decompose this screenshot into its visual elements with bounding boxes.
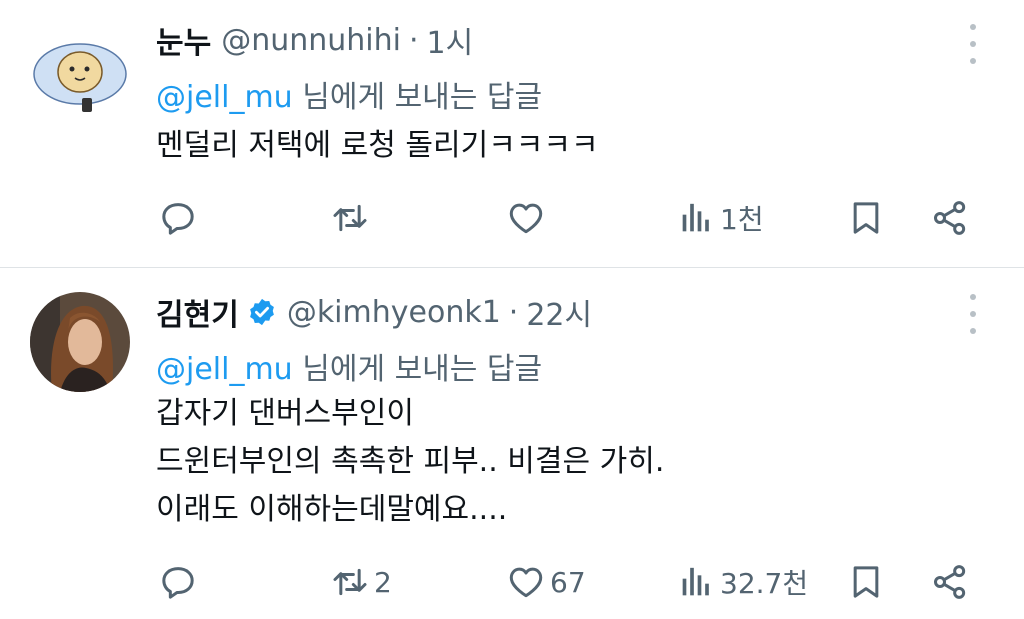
like-icon	[509, 567, 543, 598]
like-button[interactable]	[506, 196, 550, 240]
retweet-icon	[333, 568, 367, 596]
bookmark-icon	[853, 202, 879, 234]
share-button[interactable]	[930, 196, 970, 240]
views-icon	[682, 567, 709, 596]
separator: ·	[408, 22, 419, 58]
bookmark-icon	[853, 566, 879, 598]
share-icon	[933, 201, 966, 235]
timestamp[interactable]: 22시	[526, 290, 592, 334]
separator: ·	[508, 294, 519, 330]
retweet-icon	[333, 204, 367, 232]
retweet-button[interactable]: 2	[330, 560, 392, 604]
reply-context: @jell_mu 님에게 보내는 답글	[156, 72, 542, 116]
reply-button[interactable]	[158, 560, 202, 604]
share-button[interactable]	[930, 560, 970, 604]
views-count: 32.7천	[720, 567, 809, 600]
avatar-cartoon-icon	[33, 43, 127, 112]
user-handle[interactable]: @nunnuhihi	[221, 23, 401, 58]
more-icon[interactable]	[960, 24, 986, 64]
avatar-photo-icon	[30, 292, 130, 392]
tweet-text: 멘덜리 저택에 로청 돌리기ㅋㅋㅋㅋ	[156, 128, 599, 163]
reply-context-label: 님에게 보내는 답글	[292, 80, 543, 115]
reply-context: @jell_mu 님에게 보내는 답글	[156, 344, 542, 388]
retweet-button[interactable]	[330, 196, 374, 240]
like-icon	[509, 203, 543, 234]
share-icon	[933, 565, 966, 599]
avatar[interactable]	[30, 292, 130, 392]
avatar[interactable]	[30, 22, 130, 122]
views-button[interactable]: 32.7천	[676, 560, 808, 604]
tweet-header: 김현기 @kimhyeonk1 · 22시	[156, 290, 592, 334]
views-count: 1천	[720, 203, 764, 236]
retweet-count: 2	[374, 565, 392, 599]
display-name[interactable]: 눈누	[156, 18, 211, 62]
views-button[interactable]: 1천	[676, 196, 764, 240]
more-icon[interactable]	[960, 294, 986, 334]
display-name[interactable]: 김현기	[156, 290, 239, 334]
mention-link[interactable]: @jell_mu	[156, 80, 293, 115]
reply-icon	[162, 203, 194, 235]
like-count: 67	[550, 565, 586, 599]
tweet-text: 갑자기 댄버스부인이 드윈터부인의 촉촉한 피부.. 비결은 가히. 이래도 이…	[156, 396, 665, 527]
reply-icon	[162, 567, 194, 599]
reply-button[interactable]	[158, 196, 202, 240]
user-handle[interactable]: @kimhyeonk1	[287, 295, 501, 330]
action-bar: 1천	[156, 196, 986, 240]
tweet[interactable]: 김현기 @kimhyeonk1 · 22시 @jell_mu 님에게 보내는 답…	[0, 268, 1024, 619]
like-button[interactable]: 67	[506, 560, 586, 604]
timestamp[interactable]: 1시	[427, 18, 474, 62]
reply-context-label: 님에게 보내는 답글	[292, 352, 543, 387]
views-icon	[682, 203, 709, 232]
bookmark-button[interactable]	[846, 196, 886, 240]
bookmark-button[interactable]	[846, 560, 886, 604]
mention-link[interactable]: @jell_mu	[156, 352, 293, 387]
tweet[interactable]: 눈누 @nunnuhihi · 1시 @jell_mu 님에게 보내는 답글 멘…	[0, 0, 1024, 267]
verified-badge-icon	[249, 298, 274, 326]
action-bar: 2 67 32.7천	[156, 560, 986, 604]
tweet-header: 눈누 @nunnuhihi · 1시	[156, 18, 473, 62]
